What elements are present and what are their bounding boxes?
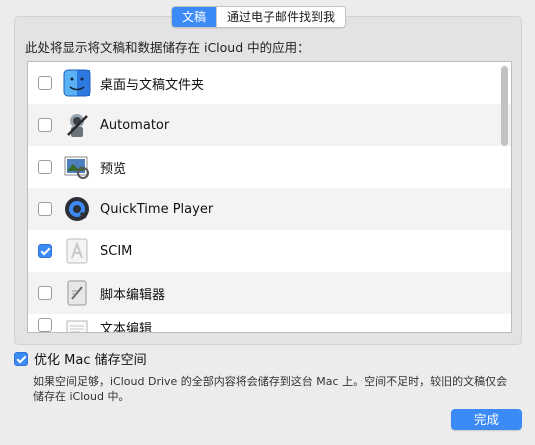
segmented-control: 文稿 通过电子邮件找到我	[171, 6, 347, 28]
list-item: 脚本编辑器	[28, 272, 511, 314]
textedit-icon	[62, 318, 92, 332]
app-name: 文本编辑	[100, 322, 153, 333]
app-checkbox[interactable]	[38, 318, 52, 332]
storage-note: 如果空间足够，iCloud Drive 的全部内容将会储存到这台 Mac 上。空…	[33, 375, 508, 403]
app-checkbox[interactable]	[38, 286, 52, 300]
done-button[interactable]: 完成	[451, 409, 522, 430]
list-item: 桌面与文稿文件夹	[28, 62, 511, 104]
app-name: 脚本编辑器	[100, 287, 166, 303]
app-name: QuickTime Player	[100, 201, 214, 217]
quicktime-icon	[62, 194, 92, 224]
app-list: 桌面与文稿文件夹 Automator 预览 QuickTime Player S…	[27, 61, 512, 333]
app-checkbox[interactable]	[38, 160, 52, 174]
scrollbar-thumb[interactable]	[501, 66, 508, 146]
optimize-storage-checkbox[interactable]	[14, 351, 28, 366]
app-name: 桌面与文稿文件夹	[100, 77, 205, 93]
tab-find-me-by-email[interactable]: 通过电子邮件找到我	[216, 7, 345, 27]
app-checkbox[interactable]	[38, 202, 52, 216]
finder-icon	[62, 68, 92, 98]
optimize-storage-option[interactable]: 优化 Mac 储存空间	[14, 349, 147, 368]
list-item: SCIM	[28, 230, 511, 272]
list-item: Automator	[28, 104, 511, 146]
list-item: 文本编辑	[28, 314, 511, 333]
scim-icon	[62, 236, 92, 266]
app-name: SCIM	[100, 243, 133, 259]
list-item: QuickTime Player	[28, 188, 511, 230]
list-item: 预览	[28, 146, 511, 188]
app-name: Automator	[100, 117, 170, 133]
tab-documents[interactable]: 文稿	[172, 7, 217, 27]
description-text: 此处将显示将文稿和数据储存在 iCloud 中的应用：	[25, 40, 310, 55]
automator-icon	[62, 110, 92, 140]
app-checkbox[interactable]	[38, 118, 52, 132]
script-editor-icon	[62, 278, 92, 308]
preview-icon	[62, 152, 92, 182]
optimize-storage-label: 优化 Mac 储存空间	[34, 353, 147, 368]
app-checkbox[interactable]	[38, 76, 52, 90]
app-name: 预览	[100, 161, 127, 177]
app-checkbox[interactable]	[38, 244, 52, 258]
